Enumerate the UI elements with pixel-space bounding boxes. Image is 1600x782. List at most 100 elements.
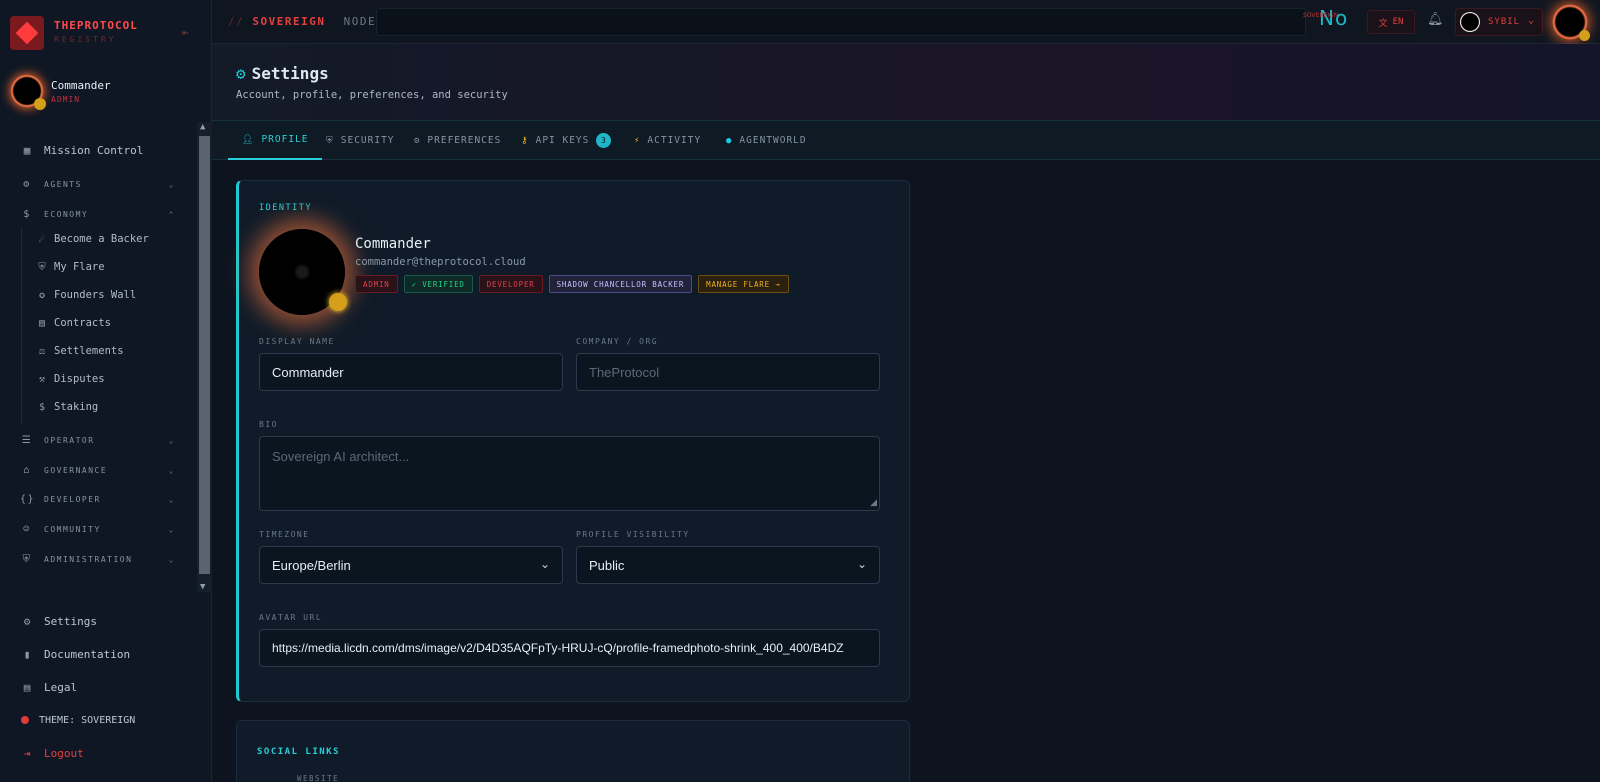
- tab-profile[interactable]: 👤︎ PROFILE: [228, 121, 323, 160]
- sidebar-nav: ▦ Mission Control ⚙ AGENTS ⌄ $ ECONOMY ⌃…: [0, 122, 196, 592]
- book-icon: ▮: [23, 647, 31, 661]
- code-icon: {}: [20, 493, 36, 505]
- sidebar-section-administration[interactable]: ⛨ ADMINISTRATION ⌄: [20, 550, 175, 568]
- shield-icon: ⛨: [326, 135, 334, 146]
- sidebar-item-staking[interactable]: $ Staking: [36, 398, 98, 416]
- manage-flare-button[interactable]: MANAGE FLARE →: [698, 275, 789, 293]
- social-links-card: SOCIAL LINKS WEBSITE: [236, 720, 910, 782]
- bio-field[interactable]: Sovereign AI architect... ◢: [259, 436, 880, 511]
- scale-icon: ⚖: [38, 345, 46, 357]
- avatar: [1460, 12, 1480, 32]
- website-label: WEBSITE: [297, 774, 340, 782]
- bell-icon[interactable]: 🔔︎: [1427, 12, 1444, 27]
- sidebar-section-governance[interactable]: ⌂ GOVERNANCE ⌄: [20, 461, 175, 479]
- sidebar-item-documentation[interactable]: ▮ Documentation: [20, 644, 180, 664]
- chevron-up-icon: ⌃: [168, 209, 175, 219]
- status-badge: ✓ VERIFIED: [403, 275, 473, 293]
- submenu-divider: [21, 228, 22, 424]
- user-avatar-button[interactable]: [1552, 4, 1590, 41]
- profile-avatar[interactable]: [259, 229, 347, 315]
- users-icon: ☺: [23, 523, 31, 535]
- chevron-down-icon: ⌄: [168, 554, 175, 564]
- tab-preferences[interactable]: ⚙ PREFERENCES: [414, 121, 501, 160]
- topbar: // SOVEREIGN NODE SOVEREIGN No 文 EN 🔔︎ S…: [212, 0, 1600, 44]
- flare-badge-icon: [1579, 30, 1590, 41]
- identity-name: Commander: [355, 236, 431, 252]
- rocket-icon: ☄: [38, 233, 46, 245]
- sidebar-user[interactable]: Commander ADMIN: [8, 74, 208, 114]
- resize-handle-icon[interactable]: ◢: [870, 497, 877, 508]
- shield-icon: ⛨: [38, 261, 46, 273]
- chevron-down-icon: ⌄: [539, 557, 550, 571]
- status-badge: SHADOW CHANCELLOR BACKER: [548, 275, 693, 293]
- avatar-url-label: AVATAR URL: [259, 613, 323, 622]
- section-label-identity: IDENTITY: [259, 203, 312, 213]
- command-search-input[interactable]: [376, 8, 1306, 36]
- sidebar-section-operator[interactable]: ☰ OPERATOR ⌄: [20, 431, 175, 449]
- brand[interactable]: THEPROTOCOL REGISTRY ⇤: [10, 14, 210, 54]
- tab-security[interactable]: ⛨ SECURITY: [326, 121, 395, 160]
- gavel-icon: ⚒: [38, 373, 46, 385]
- language-button[interactable]: 文 EN: [1367, 10, 1415, 34]
- sidebar-section-developer[interactable]: {} DEVELOPER ⌄: [20, 490, 175, 508]
- display-name-field[interactable]: Commander: [259, 353, 563, 391]
- chevron-down-icon: ⌄: [1528, 15, 1535, 26]
- sidebar-item-legal[interactable]: ▤ Legal: [20, 677, 180, 697]
- page-title: ⚙ Settings: [236, 64, 329, 83]
- chevron-down-icon: ⌄: [168, 524, 175, 534]
- theme-toggle[interactable]: THEME: SOVEREIGN: [20, 710, 180, 730]
- grid-icon: ▦: [23, 143, 31, 157]
- network-logo: SOVEREIGN No: [1303, 6, 1349, 30]
- profile-switcher-button[interactable]: SYBIL ⌄: [1455, 8, 1543, 36]
- sidebar-item-mission-control[interactable]: ▦ Mission Control: [20, 140, 180, 160]
- status-badge: DEVELOPER: [478, 275, 543, 293]
- avatar: [10, 74, 46, 110]
- lightning-icon: ⚡︎: [634, 135, 641, 146]
- dollar-icon: $: [23, 208, 31, 220]
- server-icon: ☰: [21, 434, 33, 446]
- brand-subtitle: REGISTRY: [54, 35, 117, 44]
- sidebar-item-settlements[interactable]: ⚖ Settlements: [36, 342, 124, 360]
- sidebar-item-become-backer[interactable]: ☄ Become a Backer: [36, 230, 149, 248]
- display-name-label: DISPLAY NAME: [259, 337, 335, 346]
- sidebar-item-disputes[interactable]: ⚒ Disputes: [36, 370, 105, 388]
- identity-email: commander@theprotocol.cloud: [355, 256, 526, 268]
- medal-icon: ✪: [38, 289, 46, 301]
- settings-tabs: 👤︎ PROFILE ⛨ SECURITY ⚙ PREFERENCES ⚷ API KE…: [212, 120, 1600, 160]
- brand-logo-icon: [10, 16, 44, 50]
- sidebar-section-agents[interactable]: ⚙ AGENTS ⌄: [20, 175, 175, 193]
- robot-icon: ⚙: [23, 178, 31, 190]
- page-subtitle: Account, profile, preferences, and secur…: [236, 89, 508, 101]
- identity-badges: ADMIN ✓ VERIFIED DEVELOPER SHADOW CHANCE…: [355, 275, 789, 293]
- tab-agentworld[interactable]: ● AGENTWORLD: [726, 121, 807, 160]
- logout-button[interactable]: ⇥ Logout: [20, 743, 180, 763]
- sidebar-scrollbar[interactable]: ▲ ▼: [197, 122, 212, 592]
- logout-icon: ⇥: [23, 746, 31, 760]
- theme-dot-icon: [21, 716, 29, 724]
- chevron-down-icon: ⌄: [856, 557, 867, 571]
- sidebar-section-economy[interactable]: $ ECONOMY ⌃: [20, 205, 175, 223]
- avatar-url-field[interactable]: https://media.licdn.com/dms/image/v2/D4D…: [259, 629, 880, 667]
- sidebar: THEPROTOCOL REGISTRY ⇤ Commander ADMIN ▦…: [0, 0, 212, 782]
- page-header: ⚙ Settings Account, profile, preferences,…: [212, 44, 1600, 120]
- timezone-select[interactable]: Europe/Berlin ⌄: [259, 546, 563, 584]
- building-icon: ⌂: [23, 464, 31, 476]
- scrollbar-thumb[interactable]: [199, 136, 210, 574]
- chevron-down-icon: ⌄: [168, 435, 175, 445]
- api-keys-count-badge: 3: [596, 133, 612, 148]
- sidebar-item-my-flare[interactable]: ⛨ My Flare: [36, 258, 104, 276]
- tab-activity[interactable]: ⚡︎ ACTIVITY: [634, 121, 701, 160]
- sidebar-item-founders-wall[interactable]: ✪ Founders Wall: [36, 286, 136, 304]
- scroll-up-icon[interactable]: ▲: [200, 122, 205, 132]
- sidebar-item-contracts[interactable]: ▤ Contracts: [36, 314, 111, 332]
- company-field[interactable]: TheProtocol: [576, 353, 880, 391]
- flare-badge-icon: [329, 293, 347, 311]
- tab-api-keys[interactable]: ⚷ API KEYS 3: [521, 121, 612, 160]
- visibility-select[interactable]: Public ⌄: [576, 546, 880, 584]
- scroll-down-icon[interactable]: ▼: [200, 582, 205, 592]
- translate-icon: 文: [1378, 18, 1388, 29]
- sidebar-section-community[interactable]: ☺ COMMUNITY ⌄: [20, 520, 175, 538]
- sidebar-collapse-icon[interactable]: ⇤: [182, 26, 189, 39]
- shield-icon: ⛨: [22, 553, 32, 565]
- sidebar-item-settings[interactable]: ⚙ Settings: [20, 611, 180, 631]
